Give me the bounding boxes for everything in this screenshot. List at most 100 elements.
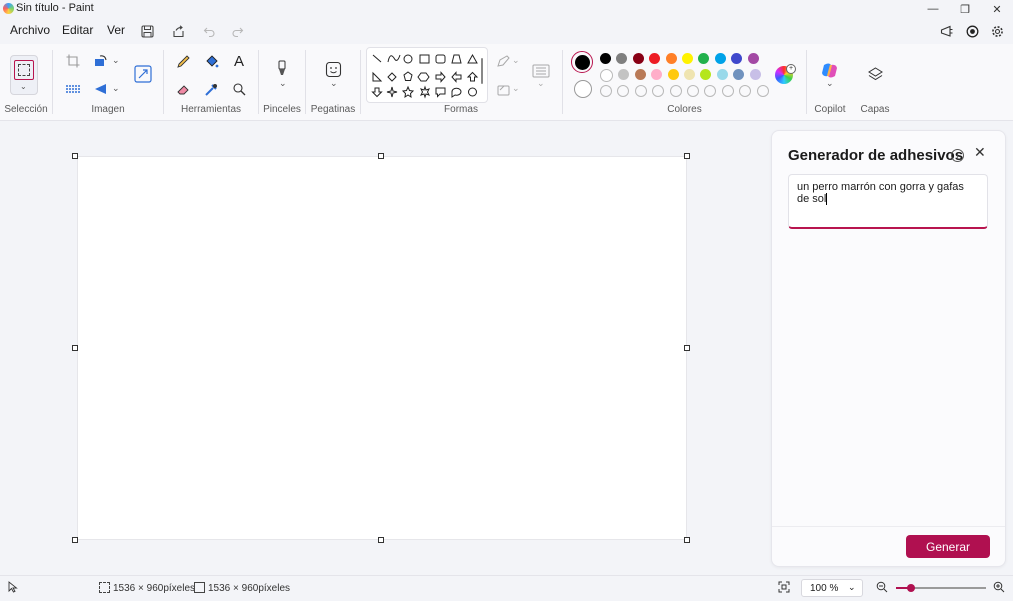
- color-swatch[interactable]: [733, 69, 745, 80]
- close-panel-icon[interactable]: ✕: [974, 144, 986, 161]
- custom-color-slot[interactable]: [756, 85, 769, 97]
- resize-handle[interactable]: [684, 537, 690, 543]
- shapes-gallery[interactable]: [366, 47, 488, 103]
- resize-handle[interactable]: [72, 345, 78, 351]
- fill-chevron-down-icon[interactable]: ⌄: [512, 83, 520, 94]
- brush-chevron-down-icon[interactable]: ⌄: [279, 78, 287, 89]
- custom-color-slot[interactable]: [669, 85, 682, 97]
- color-swatch[interactable]: [600, 53, 611, 64]
- zoom-level-select[interactable]: 100 % ⌄: [801, 579, 863, 597]
- selection-rect-icon: [14, 60, 34, 80]
- crop-icon[interactable]: [62, 50, 84, 72]
- zoom-out-icon[interactable]: [876, 581, 888, 596]
- feedback-icon[interactable]: [937, 21, 957, 41]
- rotate-icon[interactable]: [90, 50, 112, 72]
- group-label-pegatinas: Pegatinas: [310, 104, 356, 115]
- minimize-button[interactable]: —: [918, 0, 948, 18]
- save-icon[interactable]: [137, 21, 157, 41]
- color-swatch[interactable]: [681, 53, 693, 64]
- rotate-chevron-down-icon[interactable]: ⌄: [112, 55, 120, 66]
- zoom-slider-thumb[interactable]: [907, 584, 915, 592]
- color-swatch[interactable]: [698, 53, 710, 64]
- color-swatch[interactable]: [714, 53, 726, 64]
- shapes-gallery-icons[interactable]: [370, 52, 482, 102]
- select-all-transparent-icon[interactable]: [62, 78, 84, 100]
- fill-icon[interactable]: [492, 78, 514, 100]
- palette-row-3: [600, 85, 769, 97]
- resize-icon[interactable]: [132, 63, 154, 85]
- resize-handle[interactable]: [684, 345, 690, 351]
- zoom-slider-track[interactable]: [896, 584, 986, 592]
- menu-editar[interactable]: Editar: [62, 23, 93, 37]
- color-picker-icon[interactable]: [200, 78, 222, 100]
- share-icon[interactable]: [168, 21, 188, 41]
- color-swatch[interactable]: [616, 53, 628, 64]
- undo-icon[interactable]: [199, 21, 219, 41]
- primary-color-button[interactable]: [571, 51, 593, 73]
- resize-handle[interactable]: [378, 537, 384, 543]
- menu-ver[interactable]: Ver: [107, 23, 125, 37]
- magnifier-icon[interactable]: [228, 78, 250, 100]
- flip-chevron-down-icon[interactable]: ⌄: [112, 83, 120, 94]
- generate-button[interactable]: Generar: [906, 535, 990, 558]
- color-swatch[interactable]: [700, 69, 712, 80]
- menu-archivo[interactable]: Archivo: [10, 23, 50, 37]
- outline-chevron-down-icon[interactable]: ⌄: [512, 55, 520, 66]
- color-swatch[interactable]: [632, 53, 644, 64]
- copilot-chevron-down-icon[interactable]: ⌄: [826, 78, 834, 89]
- sticker-icon[interactable]: [322, 58, 344, 80]
- resize-handle[interactable]: [72, 153, 78, 159]
- custom-color-slot[interactable]: [652, 85, 665, 97]
- edit-colors-wheel-icon[interactable]: +: [775, 64, 796, 84]
- redo-icon[interactable]: [227, 21, 247, 41]
- color-swatch[interactable]: [683, 69, 695, 80]
- layers-icon[interactable]: [864, 63, 886, 85]
- custom-color-slot[interactable]: [617, 85, 630, 97]
- color-swatch[interactable]: [749, 69, 761, 80]
- color-swatch[interactable]: [667, 69, 679, 80]
- shapes-scrollbar[interactable]: [481, 58, 483, 84]
- account-icon[interactable]: [962, 21, 982, 41]
- color-swatch[interactable]: [634, 69, 646, 80]
- group-label-seleccion: Selección: [4, 104, 48, 115]
- group-label-copilot: Copilot: [814, 104, 846, 115]
- flip-icon[interactable]: [90, 78, 112, 100]
- eraser-icon[interactable]: [172, 78, 194, 100]
- sticker-chevron-down-icon[interactable]: ⌄: [330, 78, 338, 89]
- resize-handle[interactable]: [72, 537, 78, 543]
- size-chevron-down-icon[interactable]: ⌄: [537, 78, 545, 89]
- custom-color-slot[interactable]: [739, 85, 752, 97]
- selection-size-icon: [99, 582, 110, 593]
- restore-button[interactable]: ❐: [950, 0, 980, 18]
- custom-color-slot[interactable]: [634, 85, 647, 97]
- color-swatch[interactable]: [651, 69, 663, 80]
- color-swatch[interactable]: [665, 53, 677, 64]
- fill-bucket-icon[interactable]: [200, 50, 222, 72]
- brush-icon[interactable]: [271, 58, 293, 80]
- color-swatch[interactable]: [731, 53, 743, 64]
- custom-color-slot[interactable]: [721, 85, 734, 97]
- info-icon[interactable]: i: [951, 149, 964, 162]
- close-window-button[interactable]: ✕: [982, 0, 1012, 18]
- pencil-icon[interactable]: [172, 50, 194, 72]
- selection-tool-button[interactable]: ⌄: [10, 55, 38, 95]
- sticker-prompt-input[interactable]: un perro marrón con gorra y gafas de sol: [788, 174, 988, 229]
- custom-color-slot[interactable]: [704, 85, 717, 97]
- custom-color-slot[interactable]: [600, 85, 612, 97]
- color-swatch[interactable]: [600, 69, 613, 82]
- color-swatch[interactable]: [747, 53, 759, 64]
- custom-color-slot[interactable]: [686, 85, 699, 97]
- drawing-canvas[interactable]: [77, 156, 687, 540]
- text-icon[interactable]: A: [228, 50, 250, 72]
- fit-to-window-icon[interactable]: [778, 581, 790, 596]
- resize-handle[interactable]: [684, 153, 690, 159]
- zoom-in-icon[interactable]: [993, 581, 1005, 596]
- resize-handle[interactable]: [378, 153, 384, 159]
- color-swatch[interactable]: [716, 69, 728, 80]
- settings-icon[interactable]: [987, 21, 1007, 41]
- secondary-color-button[interactable]: [574, 80, 592, 98]
- outline-icon[interactable]: [492, 50, 514, 72]
- color-swatch[interactable]: [618, 69, 630, 80]
- color-swatch[interactable]: [649, 53, 661, 64]
- primary-color-swatch: [574, 54, 590, 70]
